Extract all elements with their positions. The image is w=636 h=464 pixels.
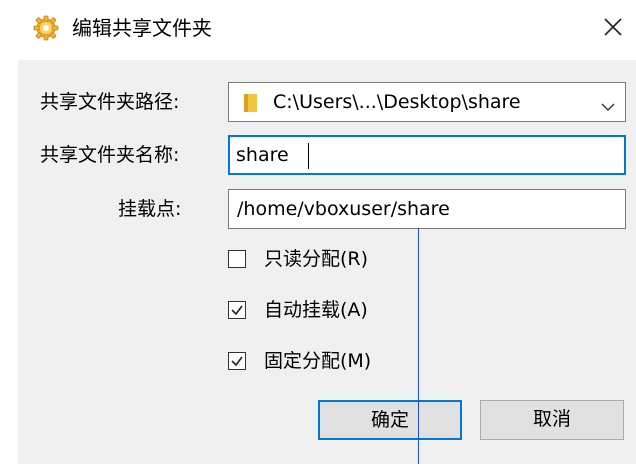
permanent-checkbox[interactable] <box>228 352 246 370</box>
close-icon[interactable] <box>600 14 626 40</box>
name-value: share <box>236 144 289 166</box>
name-input[interactable]: share <box>228 135 626 175</box>
ok-button[interactable]: 确定 <box>318 400 462 440</box>
path-select[interactable]: C:\Users\...\Desktop\share <box>228 82 626 122</box>
chevron-down-icon[interactable] <box>601 97 615 111</box>
check-icon <box>231 305 243 316</box>
cancel-button[interactable]: 取消 <box>480 400 624 440</box>
window-title: 编辑共享文件夹 <box>72 16 212 40</box>
automount-checkbox[interactable] <box>228 301 246 319</box>
guide-line <box>418 228 419 464</box>
path-label: 共享文件夹路径: <box>40 91 180 113</box>
mount-label: 挂载点: <box>118 198 182 220</box>
mount-value: /home/vboxuser/share <box>237 198 450 220</box>
check-icon <box>231 356 243 367</box>
permanent-label: 固定分配(M) <box>264 350 372 372</box>
text-caret <box>308 143 309 169</box>
mount-input[interactable]: /home/vboxuser/share <box>228 189 626 229</box>
readonly-label: 只读分配(R) <box>264 248 369 270</box>
folder-icon <box>241 92 261 114</box>
gear-icon <box>32 14 60 42</box>
readonly-checkbox[interactable] <box>228 250 246 268</box>
name-label: 共享文件夹名称: <box>40 144 180 166</box>
automount-label: 自动挂载(A) <box>264 299 368 321</box>
title-bar: 编辑共享文件夹 <box>0 0 636 60</box>
path-value: C:\Users\...\Desktop\share <box>273 91 521 113</box>
